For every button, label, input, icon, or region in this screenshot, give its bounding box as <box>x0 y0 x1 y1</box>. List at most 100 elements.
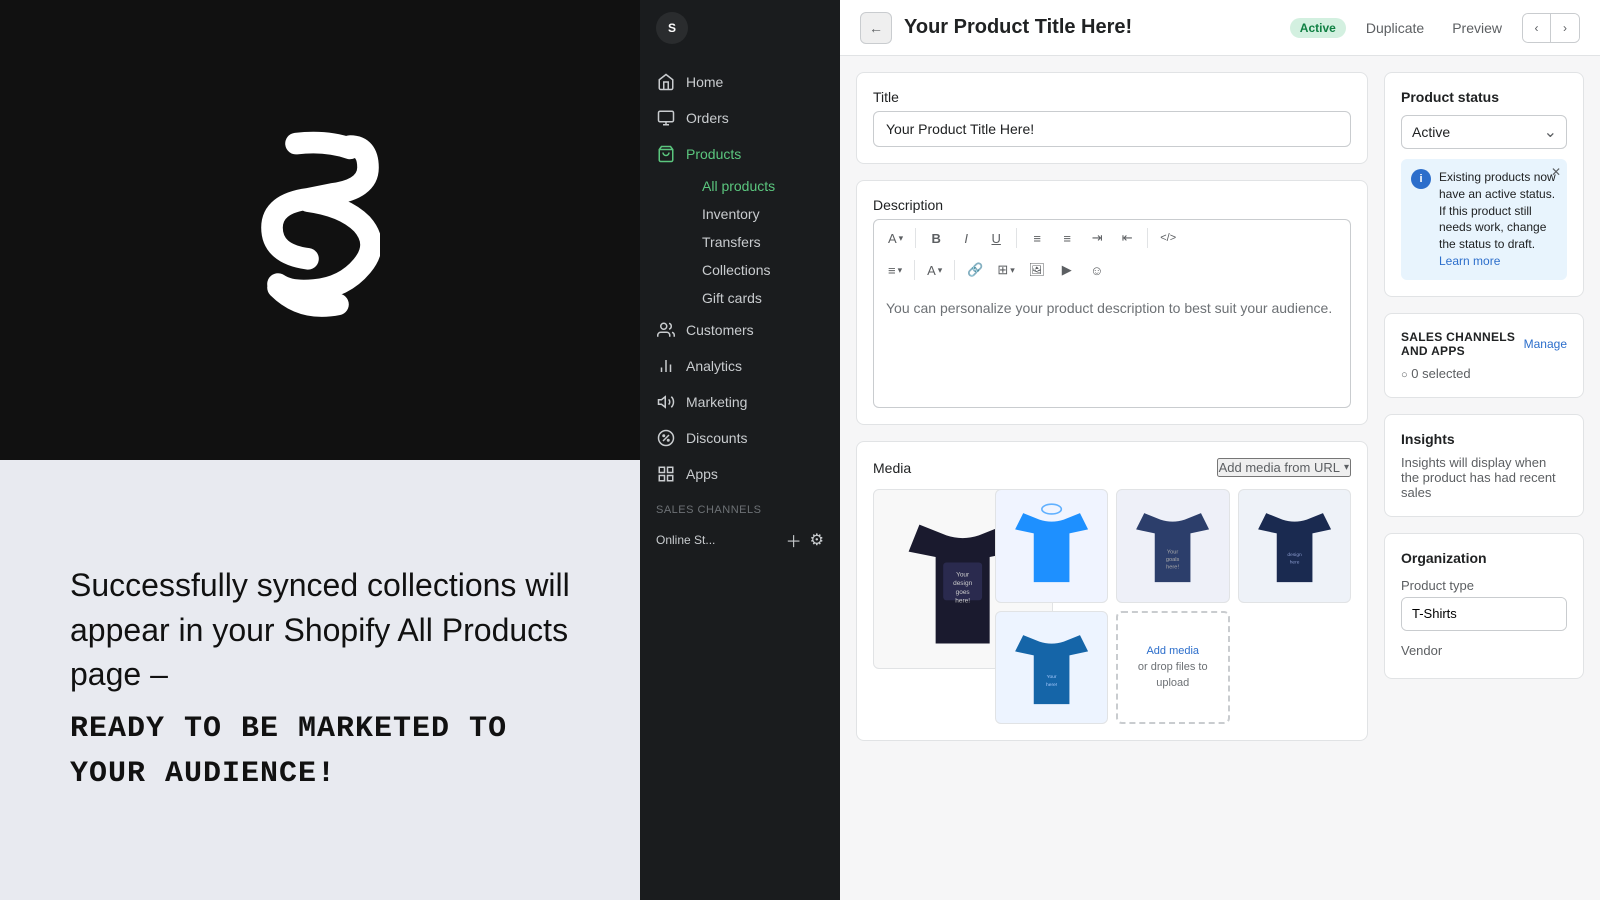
main-content: ← Your Product Title Here! Active Duplic… <box>840 0 1600 900</box>
apps-icon <box>656 464 676 484</box>
product-type-label: Product type <box>1401 578 1567 593</box>
bold-btn[interactable]: B <box>922 224 950 252</box>
align-center-btn[interactable]: ≡ <box>1053 224 1081 252</box>
products-icon <box>656 144 676 164</box>
sidebar-item-marketing-label: Marketing <box>686 394 747 410</box>
brand-logo <box>260 130 380 330</box>
nav-buttons: ‹ › <box>1522 13 1580 43</box>
marketing-icon <box>656 392 676 412</box>
sidebar-item-marketing[interactable]: Marketing <box>640 384 840 420</box>
preview-button[interactable]: Preview <box>1444 16 1510 40</box>
prev-button[interactable]: ‹ <box>1523 14 1551 42</box>
title-label: Title <box>873 89 1351 105</box>
sidebar-item-discounts-label: Discounts <box>686 430 747 446</box>
add-media-chevron: ▾ <box>1344 462 1349 473</box>
shopify-ui: S Home <box>640 0 1600 900</box>
promo-bold-text: READY TO BE MARKETED TO YOUR AUDIENCE! <box>70 707 570 797</box>
editor-toolbar: A ▾ B I U ≡ ≡ ⇥ ⇤ </> <box>873 219 1351 288</box>
svg-text:design: design <box>953 580 972 587</box>
duplicate-button[interactable]: Duplicate <box>1358 16 1432 40</box>
sidebar-item-orders[interactable]: Orders <box>640 100 840 136</box>
sales-channels-actions: Online St... ＋ ⚙ <box>640 520 840 560</box>
sidebar-subitem-gift-cards[interactable]: Gift cards <box>686 284 840 312</box>
back-button[interactable]: ← <box>860 12 892 44</box>
italic-btn[interactable]: I <box>952 224 980 252</box>
sidebar-subitem-inventory[interactable]: Inventory <box>686 200 840 228</box>
add-media-label: Add media from URL <box>1219 460 1340 475</box>
store-avatar[interactable]: S <box>656 12 688 44</box>
sidebar-item-home[interactable]: Home <box>640 64 840 100</box>
product-status-card: Product status Active Draft i Existing p… <box>1384 72 1584 297</box>
sidebar-item-apps-label: Apps <box>686 466 718 482</box>
image-btn[interactable]: 🖼 <box>1023 256 1051 284</box>
next-button[interactable]: › <box>1551 14 1579 42</box>
svg-text:design: design <box>1287 552 1302 558</box>
title-input[interactable] <box>873 111 1351 147</box>
active-badge: Active <box>1290 18 1346 38</box>
align-btn[interactable]: ≡ ▾ <box>882 261 908 280</box>
close-banner-button[interactable]: ✕ <box>1551 165 1561 179</box>
sidebar-subitem-all-products[interactable]: All products <box>686 172 840 200</box>
insights-text: Insights will display when the product h… <box>1401 455 1567 500</box>
sidebar-subitem-collections[interactable]: Collections <box>686 256 840 284</box>
sidebar-item-analytics[interactable]: Analytics <box>640 348 840 384</box>
info-icon: i <box>1411 169 1431 189</box>
color-btn[interactable]: A ▾ <box>921 261 948 280</box>
left-panel: Successfully synced collections will app… <box>0 0 640 900</box>
emoji-btn[interactable]: ☺ <box>1083 256 1111 284</box>
link-btn[interactable]: 🔗 <box>961 256 989 284</box>
page-title: Your Product Title Here! <box>904 16 1278 39</box>
organization-card: Organization Product type ▾ Vendor <box>1384 533 1584 679</box>
media-upload-area[interactable]: Add media or drop files to upload <box>1116 611 1230 725</box>
sidebar-item-apps[interactable]: Apps <box>640 456 840 492</box>
svg-text:Your: Your <box>1167 550 1179 556</box>
org-title: Organization <box>1401 550 1567 566</box>
media-item-2[interactable] <box>995 489 1109 603</box>
indent-btn[interactable]: ⇥ <box>1083 224 1111 252</box>
font-size-btn[interactable]: A ▾ <box>882 229 909 248</box>
sidebar-item-products[interactable]: Products <box>640 136 840 172</box>
product-type-input[interactable] <box>1402 598 1567 630</box>
media-item-3[interactable]: Your goals here! <box>1116 489 1230 603</box>
underline-btn[interactable]: U <box>982 224 1010 252</box>
add-channel-icon[interactable]: ＋ <box>786 528 802 552</box>
media-grid: Your design goes here! <box>873 489 1351 724</box>
content-right: Product status Active Draft i Existing p… <box>1384 72 1584 884</box>
sidebar-item-home-label: Home <box>686 74 723 90</box>
sales-channels-label: SALES CHANNELS <box>640 492 840 520</box>
learn-more-link[interactable]: Learn more <box>1439 254 1500 268</box>
discounts-icon <box>656 428 676 448</box>
toolbar-row-1: A ▾ B I U ≡ ≡ ⇥ ⇤ </> <box>882 224 1342 252</box>
count-text: 0 selected <box>1411 366 1470 381</box>
table-btn[interactable]: ⊞ ▾ <box>991 260 1020 280</box>
manage-link[interactable]: Manage <box>1524 337 1567 351</box>
vendor-label: Vendor <box>1401 643 1567 658</box>
svg-text:here!: here! <box>956 598 971 605</box>
sidebar-nav: Home Orders <box>640 56 840 568</box>
status-select[interactable]: Active Draft <box>1401 115 1567 149</box>
outdent-btn[interactable]: ⇤ <box>1113 224 1141 252</box>
sidebar-subitem-transfers[interactable]: Transfers <box>686 228 840 256</box>
sales-header: SALES CHANNELS AND APPS Manage <box>1401 330 1567 358</box>
description-card: Description A ▾ B I U ≡ ≡ ⇥ ⇤ <box>856 180 1368 425</box>
gift-cards-label: Gift cards <box>702 290 762 306</box>
media-item-5[interactable]: Your here! <box>995 611 1109 725</box>
settings-channel-icon[interactable]: ⚙ <box>810 530 824 550</box>
add-media-button[interactable]: Add media from URL ▾ <box>1217 458 1351 477</box>
inventory-label: Inventory <box>702 206 760 222</box>
content-area: Title Description A ▾ B I U <box>840 56 1600 900</box>
video-btn[interactable]: ▶ <box>1053 256 1081 284</box>
description-editor[interactable]: You can personalize your product descrip… <box>873 288 1351 408</box>
media-item-4[interactable]: design here <box>1238 489 1352 603</box>
logo-area <box>0 0 640 460</box>
analytics-icon <box>656 356 676 376</box>
upload-text-3: upload <box>1156 677 1189 689</box>
media-title: Media <box>873 460 911 476</box>
title-card: Title <box>856 72 1368 164</box>
list-btn[interactable]: ≡ <box>1023 224 1051 252</box>
description-text: You can personalize your product descrip… <box>886 300 1332 316</box>
sidebar-item-discounts[interactable]: Discounts <box>640 420 840 456</box>
status-select-wrap: Active Draft <box>1401 115 1567 149</box>
sidebar-item-customers[interactable]: Customers <box>640 312 840 348</box>
code-btn[interactable]: </> <box>1154 224 1182 252</box>
